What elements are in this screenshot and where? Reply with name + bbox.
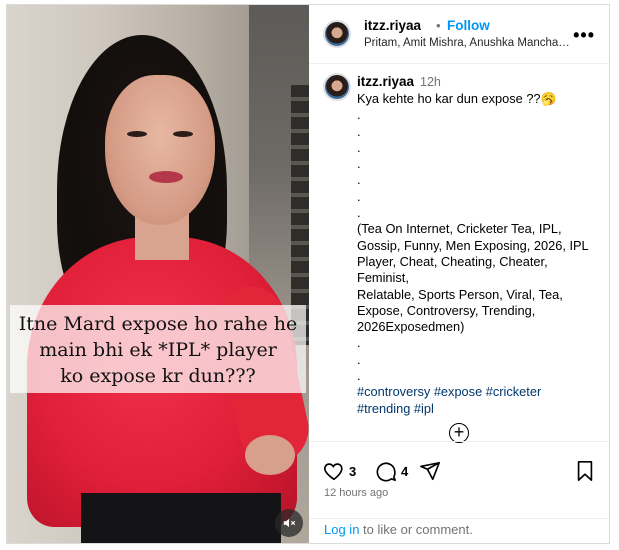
bookmark-icon	[577, 461, 593, 481]
person-face	[105, 75, 215, 225]
hashtags-line[interactable]: #controversy #expose #cricketer	[357, 384, 603, 400]
caption-line: Player, Cheat, Cheating, Cheater, Femini…	[357, 253, 548, 286]
overlay-line: Itne Mard expose ho rahe he	[18, 313, 298, 335]
author-username[interactable]: itzz.riyaa	[364, 18, 421, 33]
follow-button[interactable]: Follow	[447, 18, 490, 33]
post-header: itzz.riyaa • Follow Pritam, Amit Mishra,…	[309, 5, 609, 64]
caption-line: (Tea On Internet, Cricketer Tea, IPL,	[357, 221, 562, 237]
caption-dot-line: .	[357, 368, 361, 384]
caption-dot-line: .	[357, 107, 361, 123]
comment-bubble-icon	[376, 462, 396, 482]
more-options-icon[interactable]: •••	[573, 25, 595, 46]
person-eye-left	[127, 131, 147, 137]
caption-line: Kya kehte ho kar dun expose ??🥱	[357, 91, 557, 106]
login-link[interactable]: Log in	[324, 522, 359, 537]
author-avatar[interactable]	[323, 20, 351, 48]
collaborators-text[interactable]: Pritam, Amit Mishra, Anushka Mancha…	[364, 37, 570, 49]
post-timestamp[interactable]: 12 hours ago	[324, 487, 388, 499]
login-prompt: Log in to like or comment.	[324, 522, 473, 537]
action-bar: 3 4 12 hours ago Log in to like or comme…	[309, 441, 609, 543]
like-count[interactable]: 3	[349, 464, 356, 479]
overlay-line: ko expose kr dun???	[60, 365, 256, 387]
caption-dot-line: .	[357, 123, 361, 139]
save-button[interactable]	[575, 460, 595, 482]
caption-time[interactable]: 12h	[420, 75, 441, 89]
separator-dot: •	[436, 18, 441, 33]
caption-dot-line: .	[357, 156, 361, 172]
caption-dot-line: .	[357, 188, 361, 204]
person-hand	[245, 435, 295, 475]
divider	[309, 518, 609, 519]
caption-avatar[interactable]	[323, 73, 351, 101]
caption-text: Kya kehte ho kar dun expose ??🥱 . . . . …	[357, 91, 603, 417]
caption-block: itzz.riyaa 12h Kya kehte ho kar dun expos…	[357, 73, 603, 417]
speaker-muted-icon	[283, 518, 296, 528]
caption-line: Relatable, Sports Person, Viral, Tea,	[357, 286, 563, 302]
caption-dot-line: .	[357, 335, 361, 351]
comment-button[interactable]: 4	[375, 460, 408, 482]
caption-line: Expose, Controversy, Trending,	[357, 302, 536, 318]
login-prompt-text: to like or comment.	[359, 522, 473, 537]
post-card: Itne Mard expose ho rahe he main bhi ek …	[6, 4, 610, 544]
heart-icon	[324, 463, 343, 481]
hashtags-line[interactable]: #trending #ipl	[357, 401, 603, 417]
caption-dot-line: .	[357, 139, 361, 155]
post-sidebar: itzz.riyaa • Follow Pritam, Amit Mishra,…	[309, 5, 609, 543]
text-overlay: Itne Mard expose ho rahe he main bhi ek …	[10, 311, 306, 389]
caption-line: 2026Exposedmen)	[357, 319, 465, 335]
caption-dot-line: .	[357, 351, 361, 367]
caption-username[interactable]: itzz.riyaa	[357, 74, 414, 89]
overlay-line: main bhi ek *IPL* player	[39, 339, 277, 361]
person-lips	[149, 171, 183, 183]
caption-dot-line: .	[357, 172, 361, 188]
like-button[interactable]: 3	[323, 460, 356, 482]
comment-count[interactable]: 4	[401, 464, 408, 479]
caption-line: Gossip, Funny, Men Exposing, 2026, IPL	[357, 237, 589, 253]
share-button[interactable]	[419, 460, 441, 482]
caption-dot-line: .	[357, 205, 361, 221]
post-media[interactable]: Itne Mard expose ho rahe he main bhi ek …	[7, 5, 309, 543]
person-eye-right	[173, 131, 193, 137]
load-more-comments-icon[interactable]: +	[449, 423, 469, 443]
person-jeans	[81, 493, 281, 543]
mute-button[interactable]	[275, 509, 303, 537]
paper-plane-icon	[420, 461, 440, 481]
